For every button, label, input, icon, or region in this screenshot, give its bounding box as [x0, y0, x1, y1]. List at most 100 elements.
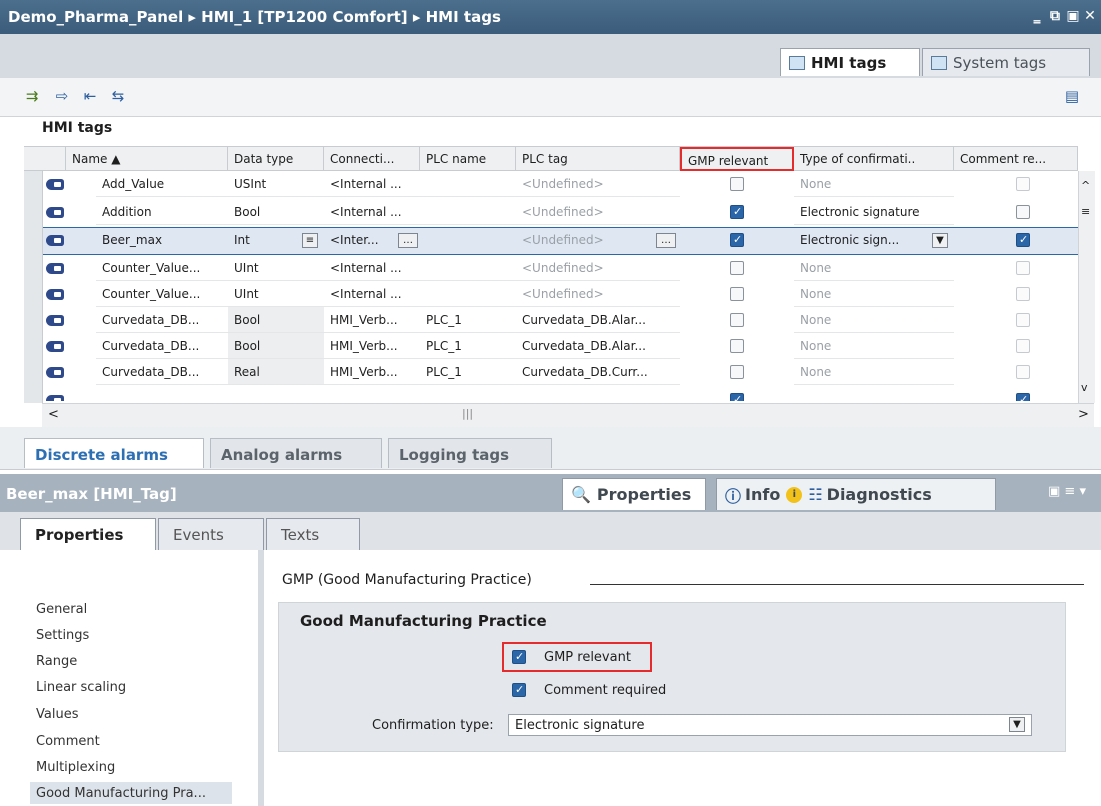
- row-plc-name[interactable]: PLC_1: [420, 333, 516, 359]
- row-data-type[interactable]: Bool: [228, 333, 324, 359]
- row-confirmation[interactable]: Electronic sign...: [794, 227, 928, 253]
- subtab-events[interactable]: Events: [158, 518, 264, 550]
- comment-checkbox[interactable]: [1016, 365, 1030, 379]
- comment-checkbox[interactable]: [1016, 205, 1030, 219]
- connection-browse-button[interactable]: …: [398, 233, 418, 248]
- comment-checkbox[interactable]: [1016, 233, 1030, 247]
- row-name[interactable]: Counter_Value...: [96, 281, 228, 307]
- col-gmp-relevant[interactable]: GMP relevant: [680, 147, 794, 171]
- row-plc-tag[interactable]: <Undefined>: [516, 227, 646, 253]
- gmp-checkbox[interactable]: [730, 393, 744, 401]
- row-connection[interactable]: <Internal ...: [324, 199, 420, 225]
- col-data-type[interactable]: Data type: [228, 147, 324, 171]
- row-name[interactable]: Addition: [96, 199, 228, 225]
- scroll-left-icon[interactable]: <: [48, 407, 59, 422]
- row-data-type[interactable]: Bool: [228, 199, 324, 225]
- row-data-type[interactable]: Real: [228, 359, 324, 385]
- row-plc-name[interactable]: PLC_1: [420, 359, 516, 385]
- row-plc-name[interactable]: [420, 199, 516, 225]
- row-confirmation[interactable]: None: [794, 281, 954, 307]
- import-icon[interactable]: ⇤: [80, 86, 100, 106]
- gmp-checkbox[interactable]: [730, 177, 744, 191]
- row-plc-tag[interactable]: Curvedata_DB.Alar...: [516, 307, 680, 333]
- nav-settings[interactable]: Settings: [36, 628, 89, 643]
- row-data-type[interactable]: USInt: [228, 171, 324, 197]
- gmp-checkbox[interactable]: [730, 261, 744, 275]
- plc-tag-browse-button[interactable]: …: [656, 233, 676, 248]
- row-data-type[interactable]: Int: [228, 227, 288, 253]
- row-plc-tag[interactable]: <Undefined>: [516, 199, 680, 225]
- minimize-icon[interactable]: ‗: [1030, 9, 1044, 23]
- tab-logging-tags[interactable]: Logging tags: [388, 438, 552, 468]
- subtab-properties[interactable]: Properties: [20, 518, 156, 550]
- row-plc-name[interactable]: [420, 281, 516, 307]
- nav-multiplexing[interactable]: Multiplexing: [36, 760, 115, 775]
- confirmation-dropdown-icon[interactable]: ▼: [932, 233, 948, 248]
- row-plc-name[interactable]: [420, 171, 516, 197]
- row-name[interactable]: Curvedata_DB...: [96, 359, 228, 385]
- col-connection[interactable]: Connecti...: [324, 147, 420, 171]
- row-plc-tag[interactable]: Curvedata_DB.Curr...: [516, 359, 680, 385]
- sort-icon[interactable]: ⇆: [108, 86, 128, 106]
- comment-required-checkbox[interactable]: [512, 683, 526, 697]
- row-connection[interactable]: HMI_Verb...: [324, 307, 420, 333]
- row-connection[interactable]: <Internal ...: [324, 255, 420, 281]
- col-plc-tag[interactable]: PLC tag: [516, 147, 680, 171]
- row-plc-name[interactable]: [420, 255, 516, 281]
- row-confirmation[interactable]: None: [794, 359, 954, 385]
- chevron-down-icon[interactable]: ▼: [1009, 717, 1025, 732]
- tab-system-tags[interactable]: System tags: [922, 48, 1090, 76]
- nav-linear-scaling[interactable]: Linear scaling: [36, 680, 126, 695]
- comment-checkbox[interactable]: [1016, 261, 1030, 275]
- tab-properties[interactable]: 🔍 Properties: [562, 478, 706, 510]
- row-data-type[interactable]: Bool: [228, 307, 324, 333]
- tab-analog-alarms[interactable]: Analog alarms: [210, 438, 382, 468]
- row-confirmation[interactable]: None: [794, 333, 954, 359]
- row-connection[interactable]: HMI_Verb...: [324, 359, 420, 385]
- comment-checkbox[interactable]: [1016, 177, 1030, 191]
- gmp-checkbox[interactable]: [730, 233, 744, 247]
- row-plc-tag[interactable]: <Undefined>: [516, 255, 680, 281]
- col-comment-required[interactable]: Comment re...: [954, 147, 1078, 171]
- tab-info-diagnostics[interactable]: ⓘ Info i ☷ Diagnostics: [716, 478, 996, 510]
- maximize-icon[interactable]: ▣: [1066, 9, 1080, 23]
- col-confirmation-type[interactable]: Type of confirmati..: [794, 147, 954, 171]
- row-plc-name[interactable]: PLC_1: [420, 307, 516, 333]
- row-name[interactable]: Curvedata_DB...: [96, 333, 228, 359]
- gmp-checkbox[interactable]: [730, 287, 744, 301]
- data-type-picker-icon[interactable]: ≡: [302, 233, 318, 248]
- subtab-texts[interactable]: Texts: [266, 518, 360, 550]
- gmp-relevant-checkbox[interactable]: [512, 650, 526, 664]
- gmp-checkbox[interactable]: [730, 339, 744, 353]
- vertical-scrollbar[interactable]: ^ ≡ v: [1078, 171, 1095, 403]
- nav-gmp[interactable]: Good Manufacturing Pra...: [36, 786, 206, 801]
- nav-comment[interactable]: Comment: [36, 734, 100, 749]
- row-connection[interactable]: <Internal ...: [324, 171, 420, 197]
- nav-general[interactable]: General: [36, 602, 87, 617]
- tab-hmi-tags[interactable]: HMI tags: [780, 48, 920, 76]
- row-confirmation[interactable]: None: [794, 171, 954, 197]
- scroll-down-icon[interactable]: v: [1081, 381, 1088, 394]
- row-name[interactable]: Counter_Value...: [96, 255, 228, 281]
- row-confirmation[interactable]: Electronic signature: [794, 199, 954, 225]
- nav-values[interactable]: Values: [36, 707, 78, 722]
- nav-range[interactable]: Range: [36, 654, 77, 669]
- gmp-checkbox[interactable]: [730, 313, 744, 327]
- add-tag-icon[interactable]: ⇉: [22, 86, 42, 106]
- row-connection[interactable]: <Inter...: [324, 227, 396, 253]
- row-name[interactable]: Add_Value: [96, 171, 228, 197]
- row-confirmation[interactable]: None: [794, 255, 954, 281]
- row-connection[interactable]: HMI_Verb...: [324, 333, 420, 359]
- row-plc-tag[interactable]: <Undefined>: [516, 171, 680, 197]
- row-connection[interactable]: <Internal ...: [324, 281, 420, 307]
- row-data-type[interactable]: UInt: [228, 281, 324, 307]
- comment-checkbox[interactable]: [1016, 287, 1030, 301]
- export-icon[interactable]: ⇨: [52, 86, 72, 106]
- scroll-grip-icon[interactable]: |||: [462, 407, 473, 420]
- row-confirmation[interactable]: None: [794, 307, 954, 333]
- row-plc-tag[interactable]: Curvedata_DB.Alar...: [516, 333, 680, 359]
- confirmation-type-select[interactable]: Electronic signature ▼: [508, 714, 1032, 736]
- col-name[interactable]: Name ▲: [66, 147, 228, 171]
- split-view-icon[interactable]: ▤: [1062, 86, 1082, 106]
- panel-options-icon[interactable]: ▣ ≡ ▾: [1048, 484, 1086, 499]
